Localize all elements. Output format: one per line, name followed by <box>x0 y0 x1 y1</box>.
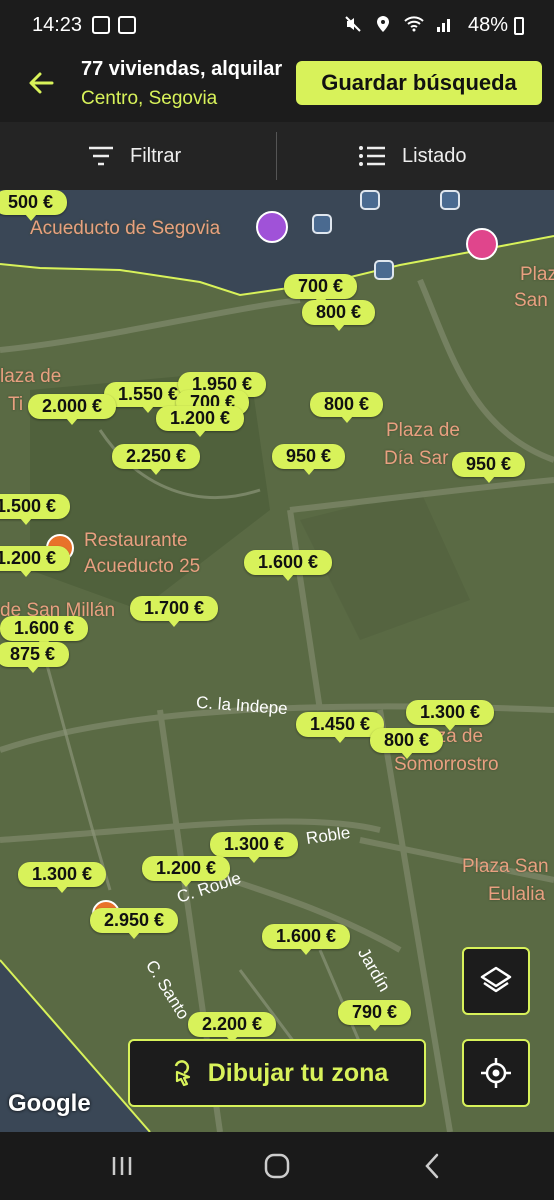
price-marker[interactable]: 1.600 € <box>262 924 351 955</box>
price-marker[interactable]: 1.600 € <box>0 616 89 647</box>
back-arrow-icon[interactable] <box>26 68 56 98</box>
signal-icon <box>437 19 450 32</box>
price-marker[interactable]: 2.000 € <box>28 394 117 425</box>
view-toolbar: Filtrar Listado <box>0 122 554 190</box>
my-location-button[interactable] <box>462 1039 530 1107</box>
status-bar: 14:23 48% <box>0 0 554 52</box>
place-label: San <box>514 290 548 311</box>
draw-gesture-icon <box>174 1060 190 1087</box>
battery-percent: 48% <box>467 14 508 36</box>
filter-icon <box>89 146 113 166</box>
back-button[interactable] <box>392 1132 472 1200</box>
bus-stop-icon[interactable] <box>312 214 332 234</box>
map-view[interactable]: Acueducto de Segovia Plaza de Día Sar Pl… <box>0 190 554 1132</box>
gallery-icon <box>92 16 110 34</box>
price-marker[interactable]: 950 € <box>272 444 346 475</box>
monument-poi-icon[interactable] <box>256 211 288 243</box>
home-icon <box>264 1153 290 1179</box>
hotel-poi-icon[interactable] <box>466 228 498 260</box>
price-marker[interactable]: 800 € <box>302 300 376 331</box>
layers-icon <box>480 966 512 993</box>
price-marker[interactable]: 1.700 € <box>130 596 219 627</box>
map-layers-button[interactable] <box>462 947 530 1015</box>
price-marker[interactable]: 1.300 € <box>406 700 495 731</box>
home-button[interactable] <box>237 1132 317 1200</box>
place-label: Día Sar <box>384 448 449 469</box>
price-marker[interactable]: 1.500 € <box>0 494 71 525</box>
list-icon <box>359 146 385 166</box>
price-marker[interactable]: 800 € <box>310 392 384 423</box>
draw-zone-button[interactable]: Dibujar tu zona <box>128 1039 426 1107</box>
price-marker[interactable]: 1.200 € <box>156 406 245 437</box>
draw-zone-label: Dibujar tu zona <box>207 1058 389 1087</box>
price-marker[interactable]: 1.600 € <box>244 550 333 581</box>
status-time: 14:23 <box>32 14 83 36</box>
place-label: Plaza de <box>386 420 460 441</box>
place-label: laza de <box>0 366 62 387</box>
list-button[interactable]: Listado <box>358 122 467 190</box>
notification-icons <box>92 16 136 34</box>
place-label: Restaurante <box>84 530 188 551</box>
price-marker[interactable]: 1.300 € <box>210 832 299 863</box>
price-marker[interactable]: 700 € <box>284 274 358 305</box>
price-marker[interactable]: 790 € <box>338 1000 412 1031</box>
price-marker[interactable]: 500 € <box>0 190 68 221</box>
location-subtitle[interactable]: Centro, Segovia <box>81 88 217 110</box>
battery-icon <box>514 17 524 35</box>
filter-label: Filtrar <box>130 144 182 167</box>
crosshair-icon <box>481 1058 511 1088</box>
system-nav-bar <box>0 1132 554 1200</box>
google-logo: Google <box>8 1090 91 1117</box>
location-icon <box>377 16 389 32</box>
bus-stop-icon[interactable] <box>360 190 380 210</box>
price-marker[interactable]: 2.250 € <box>112 444 201 475</box>
place-label: Ti <box>8 394 24 415</box>
price-marker[interactable]: 1.300 € <box>18 862 107 893</box>
filter-button[interactable]: Filtrar <box>88 122 181 190</box>
bus-stop-icon[interactable] <box>440 190 460 210</box>
checkbox-notification-icon <box>118 16 136 34</box>
app-header: 77 viviendas, alquilar Centro, Segovia G… <box>0 52 554 122</box>
results-title: 77 viviendas, alquilar <box>81 58 283 80</box>
price-marker[interactable]: 1.200 € <box>0 546 71 577</box>
price-marker[interactable]: 950 € <box>452 452 526 483</box>
place-label: Plaza San <box>462 856 549 877</box>
place-label: Acueducto de Segovia <box>30 218 221 239</box>
price-marker[interactable]: 1.200 € <box>142 856 231 887</box>
recent-apps-button[interactable] <box>82 1132 162 1200</box>
price-marker[interactable]: 875 € <box>0 642 70 673</box>
system-icons <box>344 15 454 33</box>
price-marker[interactable]: 800 € <box>370 728 444 759</box>
place-label: Acueducto 25 <box>84 556 201 577</box>
back-chevron-icon <box>425 1153 439 1179</box>
recent-apps-icon <box>112 1157 132 1175</box>
list-label: Listado <box>402 144 467 167</box>
place-label: Eulalia <box>488 884 546 905</box>
save-search-button[interactable]: Guardar búsqueda <box>296 61 542 105</box>
place-label: Plaza <box>520 264 554 285</box>
toolbar-divider <box>276 132 277 180</box>
mute-icon <box>345 16 361 32</box>
price-marker[interactable]: 2.950 € <box>90 908 179 939</box>
bus-stop-icon[interactable] <box>374 260 394 280</box>
price-marker[interactable]: 2.200 € <box>188 1012 277 1043</box>
wifi-icon <box>404 16 424 32</box>
